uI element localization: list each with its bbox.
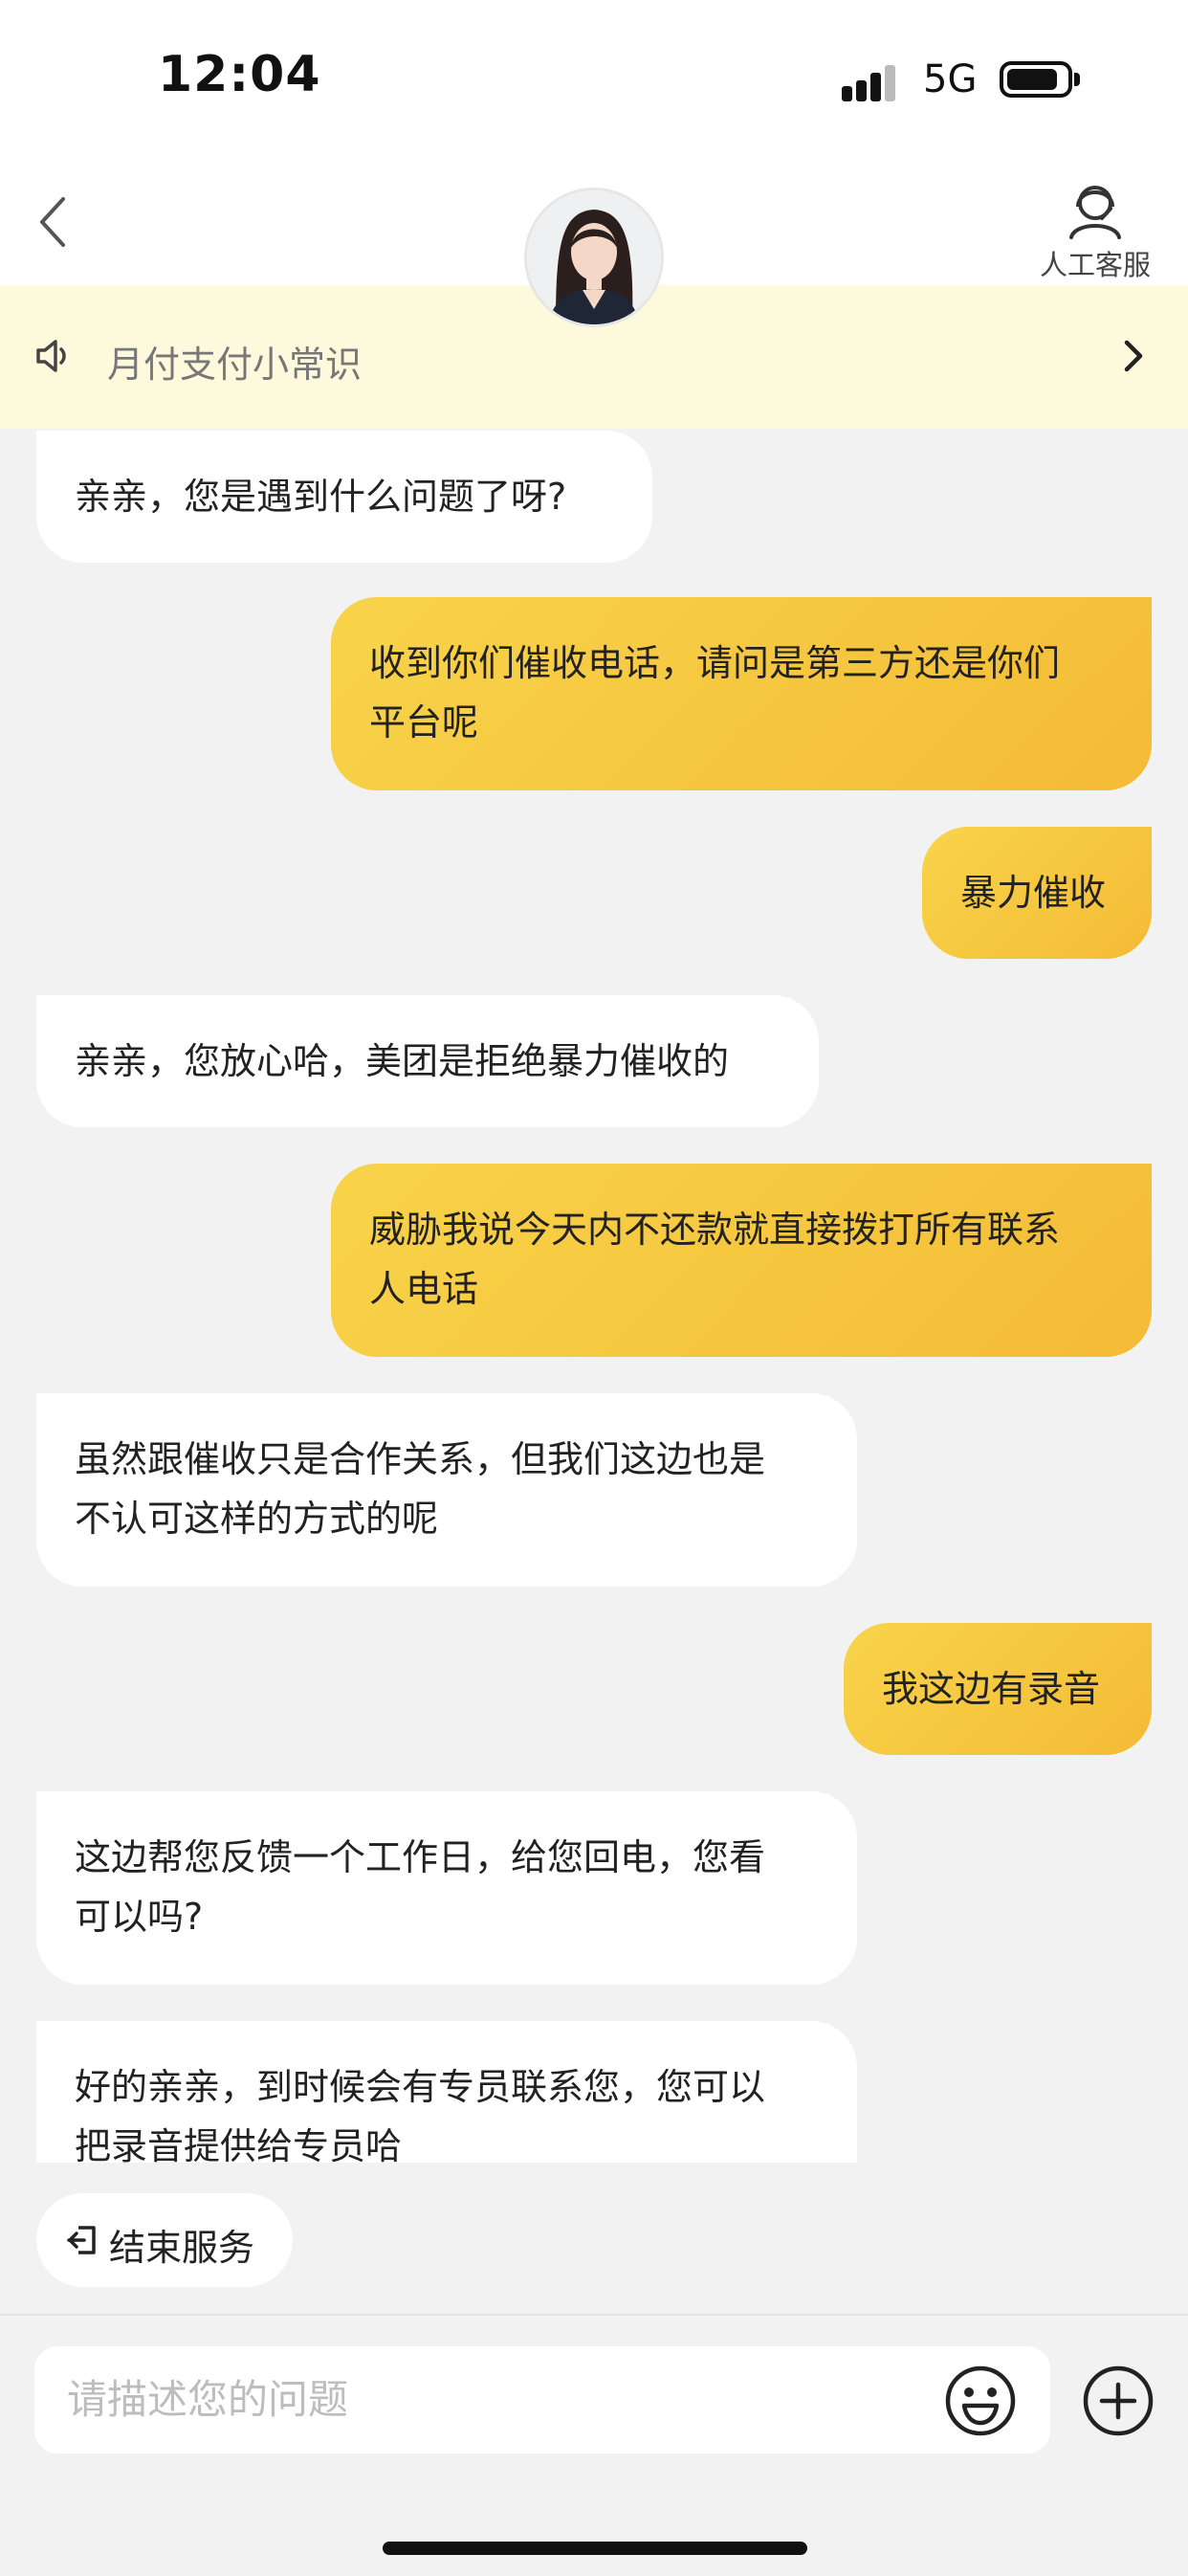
end-service-button[interactable]: 结束服务 bbox=[36, 2193, 293, 2287]
user-message: 威胁我说今天内不还款就直接拨打所有联系 人电话 bbox=[331, 1164, 1152, 1357]
battery-nub bbox=[1074, 73, 1080, 86]
end-service-label: 结束服务 bbox=[109, 2227, 255, 2269]
notice-text: 月付支付小常识 bbox=[107, 344, 363, 386]
human-service-button[interactable]: 人工客服 bbox=[1033, 178, 1157, 281]
user-message: 我这边有录音 bbox=[844, 1623, 1152, 1755]
agent-message: 好的亲亲，到时候会有专员联系您，您可以 把录音提供给专员哈 bbox=[36, 2021, 857, 2163]
chat-area[interactable]: 亲亲，您是遇到什么问题了呀? 收到你们催收电话，请问是第三方还是你们 平台呢 暴… bbox=[0, 429, 1188, 2163]
agent-message: 亲亲，您放心哈，美团是拒绝暴力催收的 bbox=[36, 995, 819, 1127]
emoji-icon[interactable] bbox=[943, 2364, 1018, 2438]
battery-icon bbox=[1000, 61, 1072, 98]
customer-service-icon bbox=[1069, 186, 1121, 239]
agent-message: 虽然跟催收只是合作关系，但我们这边也是 不认可这样的方式的呢 bbox=[36, 1393, 857, 1587]
agent-avatar[interactable] bbox=[524, 188, 664, 327]
status-time: 12:04 bbox=[158, 46, 321, 103]
speaker-icon bbox=[33, 335, 75, 377]
user-message: 暴力催收 bbox=[922, 827, 1152, 959]
human-service-label: 人工客服 bbox=[1039, 249, 1151, 281]
back-arrow-icon[interactable] bbox=[27, 182, 84, 258]
user-message: 收到你们催收电话，请问是第三方还是你们 平台呢 bbox=[331, 597, 1152, 790]
status-bar: 12:04 5G bbox=[0, 0, 1188, 163]
agent-message: 亲亲，您是遇到什么问题了呀? bbox=[36, 431, 652, 563]
signal-icon bbox=[842, 63, 905, 101]
network-type: 5G bbox=[923, 57, 978, 101]
input-divider bbox=[0, 2314, 1188, 2316]
exit-icon bbox=[65, 2222, 101, 2258]
home-indicator bbox=[383, 2542, 807, 2555]
chevron-right-icon bbox=[1115, 335, 1150, 377]
agent-message: 这边帮您反馈一个工作日，给您回电，您看 可以吗? bbox=[36, 1791, 857, 1985]
plus-icon[interactable] bbox=[1081, 2364, 1155, 2438]
message-input[interactable] bbox=[34, 2346, 1050, 2454]
